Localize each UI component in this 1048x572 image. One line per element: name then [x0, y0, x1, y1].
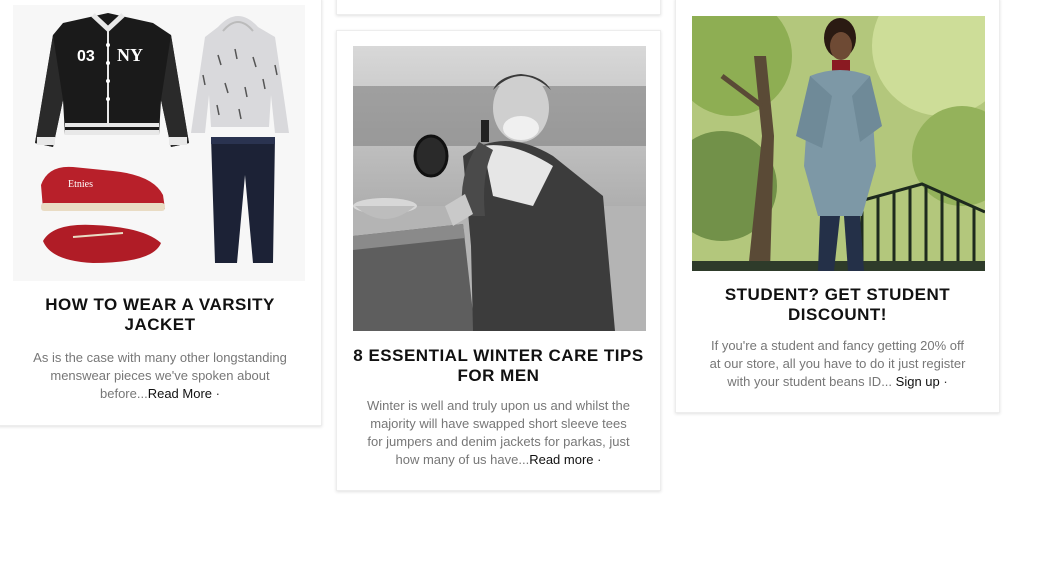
card-excerpt: As is the case with many other longstand… [27, 349, 293, 403]
dot-separator: · [943, 374, 948, 389]
dot-separator: · [597, 452, 602, 467]
blog-card-student-discount: STUDENT? GET STUDENT DISCOUNT! If you're… [675, 0, 1000, 413]
sign-up-link[interactable]: Sign up [896, 374, 940, 389]
dot-separator: · [215, 386, 220, 401]
blog-card-varsity-jacket: 03 NY Etnies HOW TO WEAR A VARSITY JACKE… [0, 0, 322, 426]
card-excerpt: Winter is well and truly upon us and whi… [365, 397, 632, 469]
card-title[interactable]: STUDENT? GET STUDENT DISCOUNT! [690, 285, 985, 325]
card-title[interactable]: 8 ESSENTIAL WINTER CARE TIPS FOR MEN [351, 346, 646, 386]
jacket-logo: NY [117, 45, 143, 65]
card-title[interactable]: HOW TO WEAR A VARSITY JACKET [13, 295, 307, 335]
card-excerpt: If you're a student and fancy getting 20… [704, 337, 971, 391]
jacket-number: 03 [77, 48, 95, 65]
read-more-link[interactable]: Read more [529, 452, 593, 467]
card-image-student-coat[interactable] [692, 16, 985, 271]
shoe-brand: Etnies [68, 179, 93, 190]
read-more-link[interactable]: Read More [148, 386, 212, 401]
card-fragment [336, 0, 661, 15]
card-image-outfit[interactable]: 03 NY Etnies [13, 5, 305, 281]
blog-card-winter-care: 8 ESSENTIAL WINTER CARE TIPS FOR MEN Win… [336, 30, 661, 491]
card-image-shaving-man[interactable] [353, 46, 646, 331]
